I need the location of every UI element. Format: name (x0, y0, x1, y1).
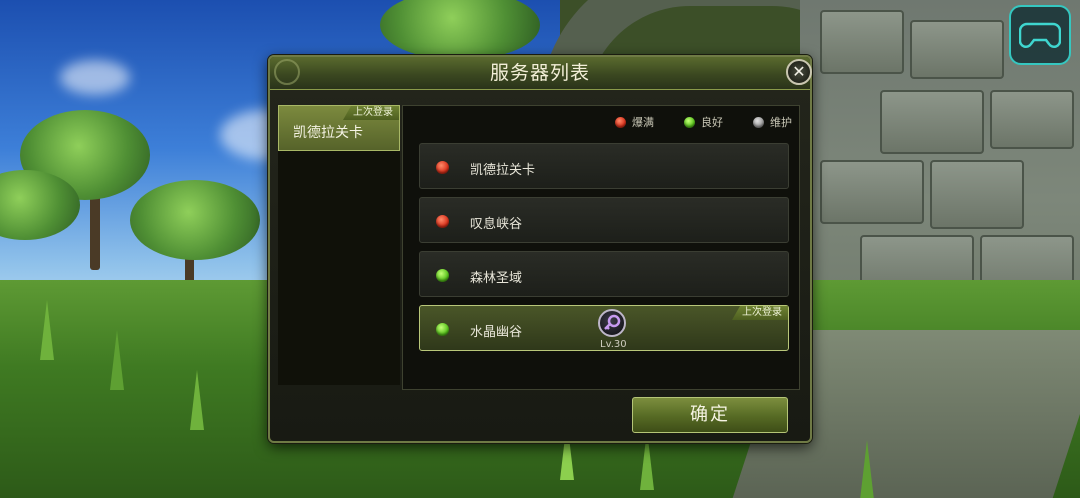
server-name: 叹息峡谷 (470, 217, 523, 232)
legend-good: 良好 (684, 114, 723, 130)
legend-full: 爆满 (615, 114, 654, 130)
close-icon: ✕ (792, 62, 806, 81)
region-name: 凯德拉关卡 (293, 125, 363, 141)
green-status-dot-icon (684, 116, 695, 128)
red-status-dot-icon (436, 161, 449, 174)
server-name: 森林圣域 (470, 271, 523, 286)
character-level: Lv.30 (600, 339, 627, 350)
legend-label: 良好 (701, 116, 723, 129)
key-icon (604, 314, 621, 330)
cloud (60, 60, 130, 95)
green-status-dot-icon (436, 269, 449, 282)
server-name: 水晶幽谷 (470, 325, 523, 340)
green-status-dot-icon (436, 323, 449, 336)
region-sidebar: 上次登录 凯德拉关卡 (278, 105, 400, 385)
server-name: 凯德拉关卡 (470, 163, 536, 178)
title-bar: 服务器列表 (270, 57, 810, 90)
server-row[interactable]: 凯德拉关卡 (419, 143, 789, 189)
character-avatar (598, 309, 626, 337)
red-status-dot-icon (615, 116, 626, 128)
gamepad-icon (1019, 22, 1061, 48)
server-row[interactable]: 叹息峡谷 (419, 197, 789, 243)
grass-blade (190, 370, 204, 430)
region-tab-kedela[interactable]: 上次登录 凯德拉关卡 (278, 105, 400, 151)
red-status-dot-icon (436, 215, 449, 228)
close-button[interactable]: ✕ (786, 59, 812, 85)
server-panel: 爆满 良好 维护 凯德拉关卡 叹息峡谷 森林圣域 上次登录 水晶幽谷 Lv.30 (402, 105, 800, 390)
last-login-tag: 上次登录 (343, 106, 399, 120)
gray-status-dot-icon (753, 116, 764, 128)
grass-blade (110, 330, 124, 390)
server-list-dialog: 服务器列表 ✕ 上次登录 凯德拉关卡 爆满 良好 维护 凯德拉关卡 叹息峡谷 森… (268, 55, 812, 443)
legend-label: 爆满 (632, 116, 654, 129)
grass-blade (40, 300, 54, 360)
dialog-title: 服务器列表 (489, 62, 590, 84)
last-login-tag: 上次登录 (732, 306, 788, 320)
tree (130, 180, 260, 260)
legend-maintenance: 维护 (753, 114, 792, 130)
confirm-button[interactable]: 确定 (632, 397, 788, 433)
server-row[interactable]: 森林圣域 (419, 251, 789, 297)
legend-label: 维护 (770, 116, 792, 129)
gamepad-button[interactable] (1009, 5, 1071, 65)
grass-blade (860, 440, 874, 498)
server-row-selected[interactable]: 上次登录 水晶幽谷 Lv.30 (419, 305, 789, 351)
